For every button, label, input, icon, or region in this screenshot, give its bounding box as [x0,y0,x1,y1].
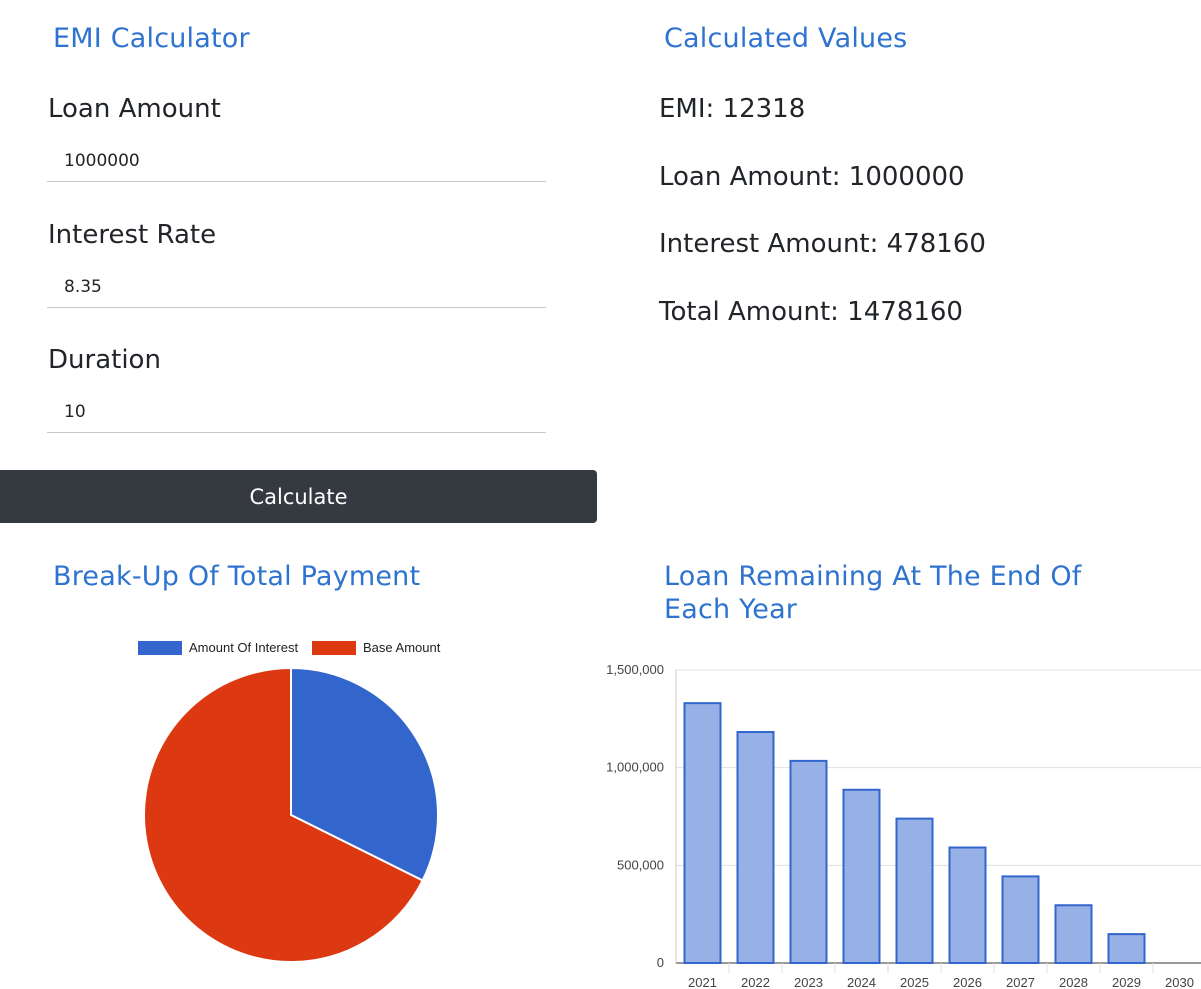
loan-amount-value: Loan Amount: 1000000 [659,162,965,192]
x-tick-label-2022: 2022 [741,975,770,989]
x-tick-label-2021: 2021 [688,975,717,989]
x-tick-label-2029: 2029 [1112,975,1141,989]
x-tick-label-2030: 2030 [1165,975,1194,989]
emi-calculator-page: EMI Calculator Loan Amount Interest Rate… [0,0,1201,989]
form-title: EMI Calculator [53,23,250,54]
y-tick-label-2: 1,000,000 [606,760,664,775]
y-tick-label-3: 1,500,000 [606,662,664,677]
calculate-button[interactable]: Calculate [0,470,597,523]
legend-label-0: Amount Of Interest [189,640,298,655]
x-tick-label-2025: 2025 [900,975,929,989]
interest-rate-input[interactable] [47,266,546,308]
legend-label-1: Base Amount [363,640,441,655]
x-tick-label-2023: 2023 [794,975,823,989]
pie-legend: Amount Of Interest Base Amount [138,640,441,655]
bar-y-ticks: 0 500,000 1,000,000 1,500,000 [606,662,664,970]
interest-amount-value: Interest Amount: 478160 [659,229,986,259]
bar-title-line1: Loan Remaining At The End Of [664,561,1082,592]
y-tick-label-1: 500,000 [617,857,664,872]
x-tick-label-2026: 2026 [953,975,982,989]
legend-swatch-0 [138,641,182,655]
bar-title-line2: Each Year [664,594,798,625]
bar-2023 [789,759,828,964]
bar-2021 [683,702,722,965]
bar-chart: 0500,0001,000,0001,500,000 2021 2022 2023 2… [606,662,1201,989]
bar-2029 [1107,933,1146,965]
results-title: Calculated Values [664,23,908,54]
x-tick-label-2024: 2024 [847,975,876,989]
pie-chart: Amount Of Interest Base Amount [138,640,441,963]
bar-x-ticks: 2021 2022 2023 2024 2025 2026 2027 2028 2029 2030 [688,963,1194,989]
bar-2022 [736,731,775,964]
x-tick-label-2028: 2028 [1059,975,1088,989]
bar-2026 [948,846,987,965]
legend-swatch-1 [312,641,356,655]
duration-input[interactable] [47,391,546,433]
interest-rate-label: Interest Rate [48,220,217,250]
duration-label: Duration [48,345,161,375]
total-amount-value: Total Amount: 1478160 [659,297,963,327]
bar-section-title: Loan Remaining At The End Of Each Year [664,560,1082,626]
bar-2027 [1001,875,1040,964]
emi-value: EMI: 12318 [659,94,806,124]
x-tick-label-2027: 2027 [1006,975,1035,989]
pie-section-title: Break-Up Of Total Payment [53,561,421,592]
y-tick-label-0: 0 [657,955,664,970]
bar-2025 [895,817,934,964]
bar-bars [683,702,1146,965]
bar-2024 [842,788,881,964]
loan-amount-input[interactable] [47,140,546,182]
loan-amount-label: Loan Amount [48,94,221,124]
bar-2028 [1054,904,1093,965]
pie-slices [143,666,439,963]
